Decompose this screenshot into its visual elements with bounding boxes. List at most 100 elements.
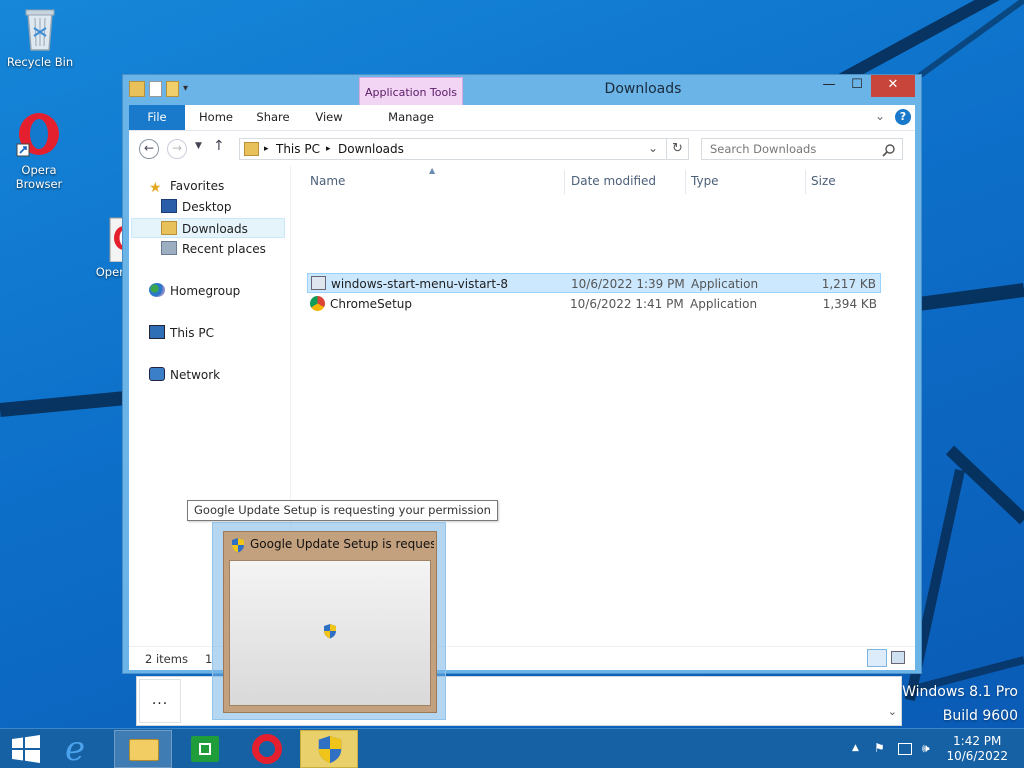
nav-this-pc-label: This PC (170, 326, 214, 340)
chrome-setup-icon (310, 296, 325, 311)
thumbnail-title: Google Update Setup is requesti... (250, 537, 434, 551)
search-placeholder: Search Downloads (710, 142, 817, 156)
file-type: Application (691, 277, 759, 291)
up-button[interactable]: ↑ (213, 138, 225, 154)
store-windows-logo-icon (199, 743, 211, 755)
maximize-button[interactable]: ☐ (843, 75, 871, 97)
new-folder-qat-icon[interactable] (166, 81, 179, 97)
folder-location-icon (244, 142, 259, 156)
large-icons-view-icon[interactable] (891, 651, 905, 664)
nav-network-label: Network (170, 368, 221, 382)
nav-recent-label: Recent places (182, 242, 266, 256)
folder-qat-icon[interactable] (129, 81, 145, 97)
windows-watermark-line2: Build 9600 (942, 708, 1018, 724)
uac-shield-icon (318, 735, 342, 764)
qat-dropdown-icon[interactable]: ▾ (183, 81, 193, 97)
scroll-down-icon[interactable]: ⌄ (888, 705, 897, 718)
tab-manage[interactable]: Manage (359, 105, 463, 130)
taskbar-thumbnail-preview[interactable]: Google Update Setup is requesti... (212, 522, 446, 720)
file-size: 1,217 KB (821, 277, 876, 291)
file-date: 10/6/2022 1:39 PM (571, 277, 685, 291)
opera-browser-shortcut[interactable]: Opera Browser (1, 112, 77, 191)
taskbar-opera[interactable] (238, 730, 296, 768)
column-separator[interactable] (564, 170, 565, 194)
file-name: ChromeSetup (330, 297, 412, 311)
close-button[interactable]: ✕ (871, 75, 915, 97)
ribbon-expand-icon[interactable]: ⌄ (875, 105, 885, 127)
nav-desktop[interactable]: Desktop (161, 197, 232, 217)
taskbar-file-explorer[interactable] (114, 730, 172, 768)
column-header-name[interactable]: Name (310, 174, 345, 188)
thumbnail-window[interactable]: Google Update Setup is requesti... (223, 531, 437, 713)
taskbar-store[interactable] (176, 730, 234, 768)
opera-icon (16, 113, 59, 157)
properties-qat-icon[interactable] (149, 81, 162, 97)
refresh-icon[interactable]: ↻ (666, 139, 688, 159)
back-button[interactable]: ← (139, 139, 159, 159)
address-segment-downloads[interactable]: Downloads (338, 142, 404, 156)
network-tray-icon[interactable] (898, 743, 912, 755)
more-options-button[interactable]: ... (139, 679, 181, 723)
tab-home[interactable]: Home (189, 105, 243, 130)
column-header-date[interactable]: Date modified (571, 174, 656, 188)
address-segment-this-pc[interactable]: This PC (276, 142, 320, 156)
tab-file[interactable]: File (129, 105, 185, 130)
start-button[interactable] (0, 730, 52, 768)
address-dropdown-icon[interactable]: ⌄ (648, 141, 658, 155)
forward-button[interactable]: → (167, 139, 187, 159)
column-header-size[interactable]: Size (811, 174, 836, 188)
tab-share[interactable]: Share (247, 105, 299, 130)
homegroup-icon (149, 283, 165, 297)
address-bar[interactable]: ▸ This PC ▸ Downloads ⌄ ↻ (239, 138, 689, 160)
nav-favorites[interactable]: ★ Favorites (149, 176, 224, 196)
opera-label-line1: Opera (21, 163, 57, 177)
nav-homegroup-label: Homegroup (170, 284, 241, 298)
volume-icon[interactable]: 🕪 (922, 741, 930, 756)
title-bar[interactable]: ▾ Application Tools Downloads — ☐ ✕ (123, 75, 921, 107)
recent-locations-icon[interactable]: ▼ (195, 141, 202, 151)
column-separator[interactable] (685, 170, 686, 194)
taskbar: e ▲ ⚑ 🕪 1:42 PM 10/6/2022 (0, 728, 1024, 768)
taskbar-internet-explorer[interactable]: e (54, 730, 112, 768)
taskbar-tooltip: Google Update Setup is requesting your p… (187, 500, 498, 521)
clock-date: 10/6/2022 (946, 749, 1008, 763)
system-clock[interactable]: 1:42 PM 10/6/2022 (946, 734, 1008, 764)
sort-indicator-icon: ▲ (429, 166, 436, 175)
details-view-icon[interactable] (867, 649, 887, 667)
nav-recent-places[interactable]: Recent places (161, 239, 266, 259)
nav-downloads[interactable]: Downloads (131, 218, 285, 238)
search-icon[interactable] (882, 143, 896, 157)
column-header-type[interactable]: Type (691, 174, 719, 188)
tab-view[interactable]: View (303, 105, 355, 130)
taskbar-google-update-setup[interactable] (300, 730, 358, 768)
nav-desktop-label: Desktop (182, 200, 232, 214)
nav-homegroup[interactable]: Homegroup (149, 281, 240, 301)
application-icon (311, 276, 326, 290)
show-hidden-icons-button[interactable]: ▲ (852, 743, 859, 753)
navigation-bar: ← → ▼ ↑ ▸ This PC ▸ Downloads ⌄ ↻ Search… (129, 130, 915, 166)
recycle-bin-icon (25, 9, 55, 51)
file-name: windows-start-menu-vistart-8 (331, 277, 509, 291)
windows-watermark-line1: Windows 8.1 Pro (902, 684, 1018, 700)
nav-favorites-label: Favorites (170, 179, 225, 193)
address-separator-1[interactable]: ▸ (264, 144, 269, 154)
ribbon-tabs: File Home Share View Manage ⌄ ? (129, 105, 915, 130)
column-separator[interactable] (805, 170, 806, 194)
internet-explorer-icon: e (65, 729, 86, 768)
file-row[interactable]: windows-start-menu-vistart-8 10/6/2022 1… (307, 273, 881, 293)
minimize-button[interactable]: — (815, 75, 843, 97)
nav-this-pc[interactable]: This PC (149, 323, 214, 343)
recycle-bin-shortcut[interactable]: Recycle Bin (2, 6, 78, 69)
desktop-icon (161, 199, 177, 213)
windows-logo-icon (12, 735, 40, 763)
address-separator-2[interactable]: ▸ (326, 144, 331, 154)
nav-network[interactable]: Network (149, 365, 220, 385)
action-center-flag-icon[interactable]: ⚑ (874, 741, 885, 755)
help-icon[interactable]: ? (895, 109, 911, 125)
file-row[interactable]: ChromeSetup 10/6/2022 1:41 PM Applicatio… (307, 294, 881, 314)
thumbnail-body (229, 560, 431, 706)
search-box[interactable]: Search Downloads (701, 138, 903, 160)
quick-access-toolbar: ▾ (129, 81, 193, 97)
star-icon: ★ (149, 180, 162, 196)
opera-label-line2: Browser (15, 177, 63, 191)
